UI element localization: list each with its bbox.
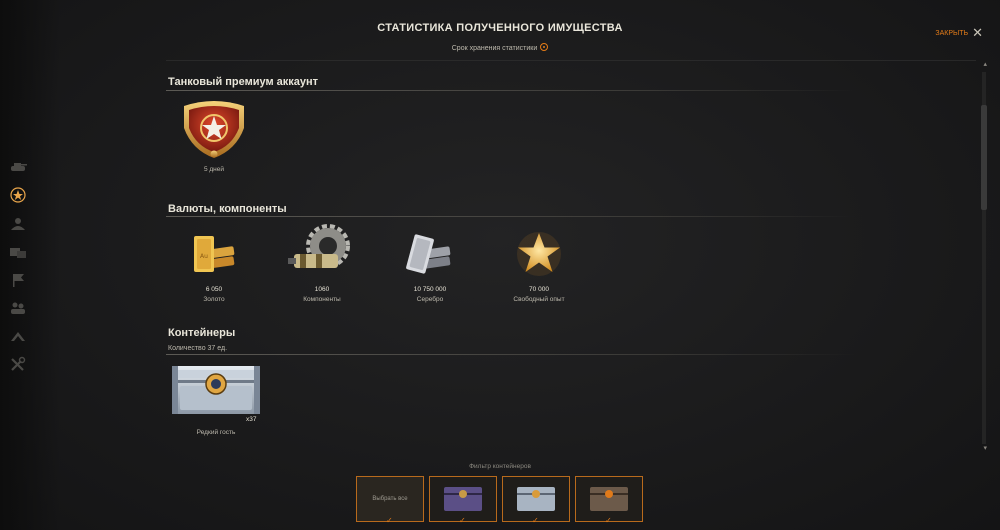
components-item: 1060 Компоненты — [286, 224, 358, 308]
silver-container-icon — [517, 487, 555, 511]
tank-icon[interactable] — [7, 158, 29, 176]
components-value: 1060 — [314, 286, 330, 293]
page-title: СТАТИСТИКА ПОЛУЧЕННОГО ИМУЩЕСТВА — [377, 22, 623, 34]
scroll-down-icon[interactable]: ▾ — [983, 444, 987, 452]
free-xp-item: 70 000 Свободный опыт — [507, 228, 571, 308]
premium-section-title: Танковый премиум аккаунт — [168, 76, 319, 88]
containers-section-title: Контейнеры — [168, 327, 236, 339]
free-xp-value: 70 000 — [529, 286, 549, 293]
close-icon: ✕ — [972, 25, 983, 40]
components-label: Компоненты — [303, 296, 341, 303]
close-label: ЗАКРЫТЬ — [935, 29, 969, 37]
container-multiplier: x37 — [246, 416, 257, 423]
group-icon[interactable] — [7, 299, 29, 317]
crew-icon[interactable] — [7, 215, 29, 233]
silver-item: 10 750 000 Серебро — [400, 228, 460, 308]
section-divider — [166, 216, 856, 217]
currencies-section-title: Валюты, компоненты — [168, 203, 287, 215]
storage-period-text: Срок хранения статистики — [451, 44, 538, 52]
purple-container-icon — [444, 487, 482, 511]
gold-item: Au 6 050 Золото — [184, 228, 244, 308]
flag-icon[interactable] — [7, 271, 29, 289]
gold-value: 6 050 — [205, 286, 223, 293]
svg-text:Au: Au — [200, 253, 208, 260]
premium-badge-icon — [184, 101, 244, 158]
filter-select-all[interactable]: Выбрать все ✓ — [356, 476, 424, 525]
silver-value: 10 750 000 — [413, 286, 447, 293]
filter-container-silver[interactable]: ✓ — [502, 476, 570, 525]
brown-container-icon — [590, 487, 628, 511]
select-all-label: Выбрать все — [372, 496, 408, 502]
background — [0, 0, 1000, 530]
silver-label: Серебро — [416, 296, 444, 303]
checkmark-icon: ✓ — [386, 516, 393, 525]
rank-icon[interactable] — [7, 327, 29, 345]
container-box-icon — [172, 366, 260, 414]
header: СТАТИСТИКА ПОЛУЧЕННОГО ИМУЩЕСТВА Срок хр… — [0, 0, 1000, 60]
scrollbar-thumb[interactable] — [981, 105, 987, 210]
section-divider — [166, 354, 856, 355]
premium-duration: 5 дней — [203, 166, 225, 173]
divider — [166, 60, 976, 61]
containers-count: Количество 37 ед. — [168, 345, 228, 352]
container-filter-label: Фильтр контейнеров — [469, 463, 531, 470]
gear-icon — [288, 224, 350, 268]
container-item[interactable]: x37 Редкий гость — [168, 362, 264, 442]
close-button[interactable]: ЗАКРЫТЬ ✕ — [935, 25, 983, 40]
container-name: Редкий гость — [196, 429, 236, 436]
tools-icon[interactable] — [7, 355, 29, 373]
scroll-up-icon[interactable]: ▴ — [983, 60, 987, 68]
free-xp-label: Свободный опыт — [513, 296, 565, 303]
filter-container-brown[interactable]: ✓ — [575, 476, 643, 525]
vehicles-icon[interactable] — [7, 243, 29, 261]
left-vignette — [0, 0, 60, 530]
section-divider — [166, 90, 856, 91]
silver-icon — [406, 234, 451, 274]
checkmark-icon: ✓ — [532, 516, 539, 525]
checkmark-icon: ✓ — [459, 516, 466, 525]
checkmark-icon: ✓ — [605, 516, 612, 525]
storage-period-label: Срок хранения статистики — [0, 43, 1000, 52]
gold-icon: Au — [194, 236, 235, 272]
star-icon — [517, 232, 561, 276]
filter-container-purple[interactable]: ✓ — [429, 476, 497, 525]
premium-account-item: 5 дней — [176, 98, 252, 178]
star-icon[interactable] — [7, 186, 29, 204]
gold-label: Золото — [203, 296, 225, 303]
info-icon[interactable] — [540, 43, 549, 51]
